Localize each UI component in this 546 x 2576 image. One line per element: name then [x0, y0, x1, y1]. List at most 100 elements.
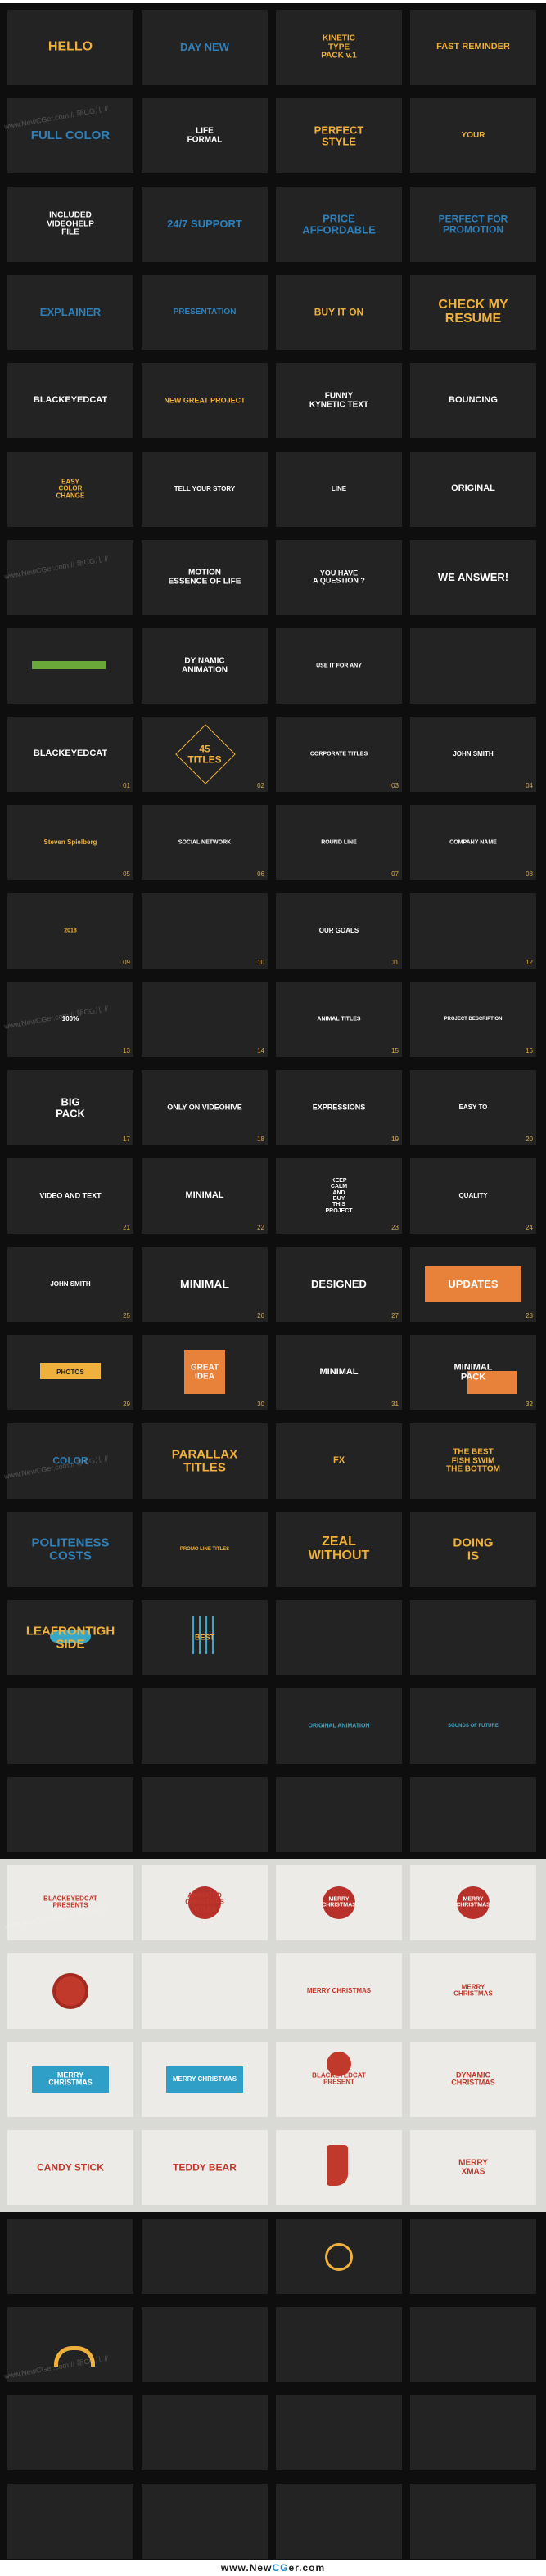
preview-thumbnail[interactable]: COMPANY NAME 08 — [410, 805, 536, 880]
preview-thumbnail[interactable] — [276, 2395, 402, 2470]
preview-thumbnail[interactable]: PERFECT FOR PROMOTION — [410, 187, 536, 262]
preview-thumbnail[interactable]: UPDATES 28 — [410, 1247, 536, 1322]
preview-thumbnail[interactable]: DOING IS — [410, 1512, 536, 1587]
preview-thumbnail[interactable]: LIFE FORMAL — [142, 98, 268, 173]
preview-thumbnail[interactable]: BLACKEYEDCAT PRESENT — [276, 2042, 402, 2117]
preview-thumbnail[interactable] — [276, 1600, 402, 1675]
preview-thumbnail[interactable] — [7, 540, 133, 615]
preview-thumbnail[interactable]: LINE — [276, 452, 402, 527]
preview-thumbnail[interactable]: MERRY CHRISTMAS — [276, 1953, 402, 2029]
preview-thumbnail[interactable] — [410, 628, 536, 704]
preview-thumbnail[interactable]: EASY TO 20 — [410, 1070, 536, 1145]
preview-thumbnail[interactable] — [410, 2484, 536, 2559]
preview-thumbnail[interactable]: 14 — [142, 982, 268, 1057]
preview-thumbnail[interactable] — [142, 1688, 268, 1764]
preview-thumbnail[interactable]: COLOR — [7, 1423, 133, 1499]
preview-thumbnail[interactable]: KINETIC TYPE PACK v.1 — [276, 10, 402, 85]
preview-thumbnail[interactable]: PROJECT DESCRIPTION 16 — [410, 982, 536, 1057]
preview-thumbnail[interactable]: TELL YOUR STORY — [142, 452, 268, 527]
preview-thumbnail[interactable]: PRESENTATION — [142, 275, 268, 350]
preview-thumbnail[interactable]: KEEP CALM AND BUY THIS PROJECT 23 — [276, 1158, 402, 1234]
preview-thumbnail[interactable]: HELLO — [7, 10, 133, 85]
preview-thumbnail[interactable]: THE BEST FISH SWIM THE BOTTOM — [410, 1423, 536, 1499]
preview-thumbnail[interactable] — [410, 1777, 536, 1852]
preview-thumbnail[interactable] — [276, 2307, 402, 2382]
preview-thumbnail[interactable] — [276, 1777, 402, 1852]
preview-thumbnail[interactable]: 24/7 SUPPORT — [142, 187, 268, 262]
preview-thumbnail[interactable]: QUALITY 24 — [410, 1158, 536, 1234]
preview-thumbnail[interactable]: SOCIAL NETWORK 06 — [142, 805, 268, 880]
preview-thumbnail[interactable] — [7, 628, 133, 704]
preview-thumbnail[interactable]: ORIGINAL ANIMATION — [276, 1688, 402, 1764]
preview-thumbnail[interactable]: MOTION ESSENCE OF LIFE — [142, 540, 268, 615]
preview-thumbnail[interactable]: 2018 09 — [7, 893, 133, 969]
preview-thumbnail[interactable]: FAST REMINDER — [410, 10, 536, 85]
preview-thumbnail[interactable]: BIG PACK 17 — [7, 1070, 133, 1145]
preview-thumbnail[interactable]: JOHN SMITH 25 — [7, 1247, 133, 1322]
preview-thumbnail[interactable] — [142, 2484, 268, 2559]
preview-thumbnail[interactable]: GREAT IDEA 30 — [142, 1335, 268, 1410]
preview-thumbnail[interactable]: PERFECT STYLE — [276, 98, 402, 173]
preview-thumbnail[interactable]: ROUND LINE 07 — [276, 805, 402, 880]
preview-thumbnail[interactable]: INCLUDED VIDEOHELP FILE — [7, 187, 133, 262]
preview-thumbnail[interactable]: FUNNY KYNETIC TEXT — [276, 363, 402, 438]
preview-thumbnail[interactable] — [7, 1953, 133, 2029]
preview-thumbnail[interactable]: WE ANSWER! — [410, 540, 536, 615]
preview-thumbnail[interactable] — [142, 2395, 268, 2470]
preview-thumbnail[interactable] — [7, 2219, 133, 2294]
preview-thumbnail[interactable]: ANIMAL TITLES 15 — [276, 982, 402, 1057]
preview-thumbnail[interactable]: MERRY XMAS — [410, 2130, 536, 2205]
preview-thumbnail[interactable]: ONLY ON VIDEOHIVE 18 — [142, 1070, 268, 1145]
preview-thumbnail[interactable]: PRICE AFFORDABLE — [276, 187, 402, 262]
preview-thumbnail[interactable] — [7, 1688, 133, 1764]
preview-thumbnail[interactable]: NEW GREAT PROJECT — [142, 363, 268, 438]
preview-thumbnail[interactable] — [7, 2484, 133, 2559]
preview-thumbnail[interactable]: MINIMAL 26 — [142, 1247, 268, 1322]
preview-thumbnail[interactable]: BEST — [142, 1600, 268, 1675]
preview-thumbnail[interactable]: BLACKEYEDCAT PRESENTS — [7, 1865, 133, 1940]
preview-thumbnail[interactable] — [276, 2130, 402, 2205]
preview-thumbnail[interactable]: 12 — [410, 893, 536, 969]
preview-thumbnail[interactable]: CORPORATE TITLES 03 — [276, 717, 402, 792]
preview-thumbnail[interactable]: PROMO LINE TITLES — [142, 1512, 268, 1587]
preview-thumbnail[interactable]: VIDEO AND TEXT 21 — [7, 1158, 133, 1234]
preview-thumbnail[interactable] — [410, 2219, 536, 2294]
preview-thumbnail[interactable] — [7, 2307, 133, 2382]
preview-thumbnail[interactable] — [142, 1953, 268, 2029]
preview-thumbnail[interactable]: EXPRESSIONS 19 — [276, 1070, 402, 1145]
preview-thumbnail[interactable]: MINIMAL PACK 32 — [410, 1335, 536, 1410]
preview-thumbnail[interactable]: 100% 13 — [7, 982, 133, 1057]
preview-thumbnail[interactable]: DYNAMIC CHRISTMAS — [410, 2042, 536, 2117]
preview-thumbnail[interactable]: FULL COLOR — [7, 98, 133, 173]
preview-thumbnail[interactable] — [142, 1777, 268, 1852]
preview-thumbnail[interactable]: MINIMAL 31 — [276, 1335, 402, 1410]
preview-thumbnail[interactable]: DESIGNED 27 — [276, 1247, 402, 1322]
preview-thumbnail[interactable]: DY NAMIC ANIMATION — [142, 628, 268, 704]
preview-thumbnail[interactable] — [410, 1600, 536, 1675]
preview-thumbnail[interactable]: USE IT FOR ANY — [276, 628, 402, 704]
preview-thumbnail[interactable]: MERRY CHRISTMAS — [410, 1865, 536, 1940]
preview-thumbnail[interactable]: DAY NEW — [142, 10, 268, 85]
preview-thumbnail[interactable]: SOUNDS OF FUTURE — [410, 1688, 536, 1764]
preview-thumbnail[interactable]: ANIMATED CHRISTMAS TITLES — [142, 1865, 268, 1940]
preview-thumbnail[interactable]: YOUR — [410, 98, 536, 173]
preview-thumbnail[interactable]: MERRY CHRISTMAS — [142, 2042, 268, 2117]
preview-thumbnail[interactable]: ORIGINAL — [410, 452, 536, 527]
preview-thumbnail[interactable] — [276, 2219, 402, 2294]
preview-thumbnail[interactable]: JOHN SMITH 04 — [410, 717, 536, 792]
preview-thumbnail[interactable] — [7, 1777, 133, 1852]
preview-thumbnail[interactable]: FX — [276, 1423, 402, 1499]
preview-thumbnail[interactable]: MINIMAL 22 — [142, 1158, 268, 1234]
preview-thumbnail[interactable]: CHECK MY RESUME — [410, 275, 536, 350]
preview-thumbnail[interactable] — [142, 2307, 268, 2382]
preview-thumbnail[interactable]: POLITENESS COSTS — [7, 1512, 133, 1587]
preview-thumbnail[interactable]: PARALLAX TITLES — [142, 1423, 268, 1499]
preview-thumbnail[interactable] — [142, 2219, 268, 2294]
preview-thumbnail[interactable]: 45 TITLES 02 — [142, 717, 268, 792]
preview-thumbnail[interactable]: PHOTOS 29 — [7, 1335, 133, 1410]
preview-thumbnail[interactable] — [276, 2484, 402, 2559]
preview-thumbnail[interactable]: EXPLAINER — [7, 275, 133, 350]
preview-thumbnail[interactable]: YOU HAVE A QUESTION ? — [276, 540, 402, 615]
preview-thumbnail[interactable]: BUY IT ON — [276, 275, 402, 350]
preview-thumbnail[interactable]: 10 — [142, 893, 268, 969]
